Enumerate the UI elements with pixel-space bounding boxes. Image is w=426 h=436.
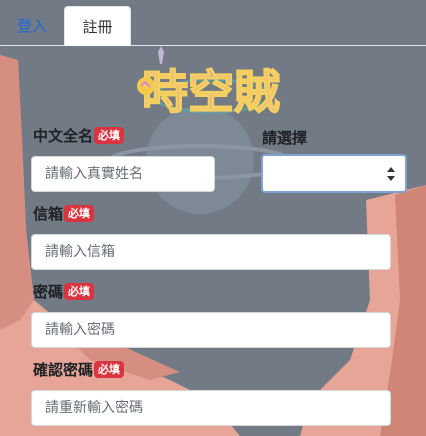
email-label: 信箱 必填 <box>33 204 95 224</box>
tab-register[interactable]: 註冊 <box>64 6 131 46</box>
select-label: 請選擇 <box>262 129 308 147</box>
confirm-password-label: 確認密碼 必填 <box>33 360 125 380</box>
confirm-password-label-text: 確認密碼 <box>33 361 94 379</box>
logo-text: 時空賊 <box>142 65 280 119</box>
logo: 時空賊 <box>137 46 281 120</box>
category-select[interactable] <box>261 154 407 193</box>
email-required-badge: 必填 <box>64 205 95 222</box>
sort-arrows-icon <box>387 167 395 181</box>
tab-login[interactable]: 登入 <box>0 6 64 46</box>
name-input[interactable]: 請輸入真實姓名 <box>31 156 215 192</box>
email-input[interactable]: 請輸入信箱 <box>31 234 391 270</box>
name-label: 中文全名 必填 <box>33 126 125 146</box>
email-label-text: 信箱 <box>33 205 64 223</box>
confirm-password-input[interactable]: 請重新輸入密碼 <box>31 390 391 426</box>
name-label-text: 中文全名 <box>33 127 94 145</box>
password-label: 密碼 必填 <box>33 282 95 302</box>
password-label-text: 密碼 <box>33 283 64 301</box>
password-required-badge: 必填 <box>64 283 95 300</box>
name-required-badge: 必填 <box>94 127 125 144</box>
confirm-password-required-badge: 必填 <box>94 361 125 378</box>
password-input[interactable]: 請輸入密碼 <box>31 312 391 348</box>
